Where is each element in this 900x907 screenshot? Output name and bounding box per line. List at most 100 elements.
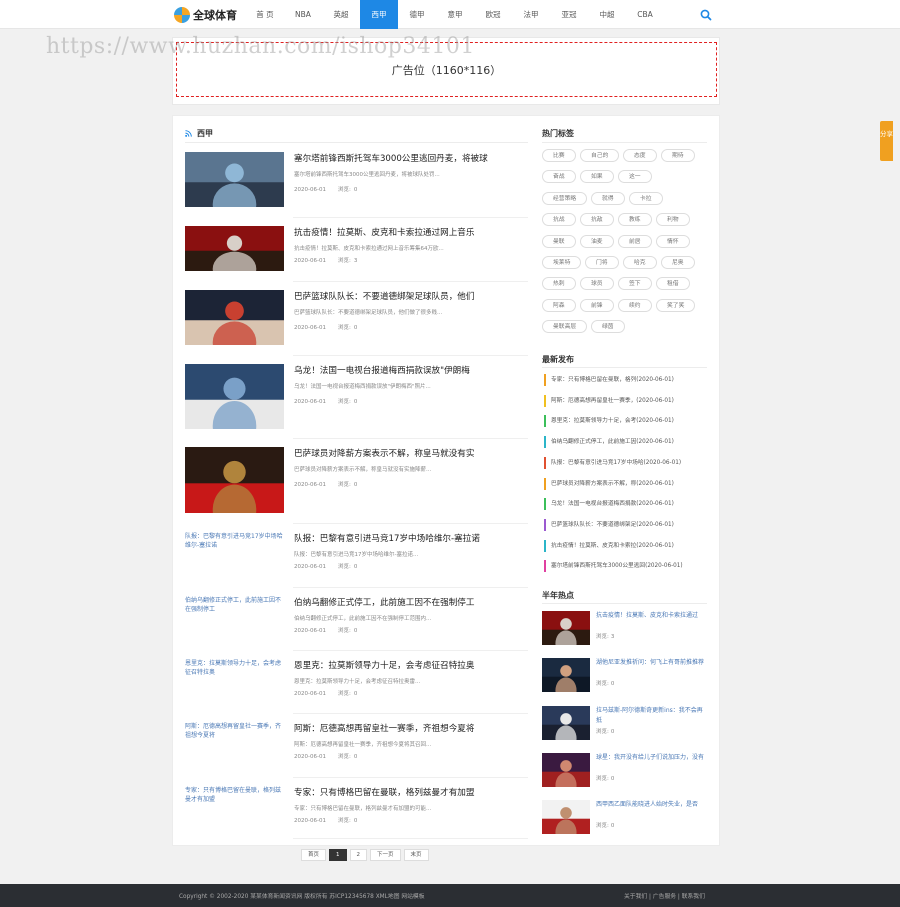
nav-item[interactable]: 欧冠 <box>474 0 512 29</box>
article-thumbnail[interactable] <box>185 447 284 535</box>
nav-item[interactable]: 英超 <box>322 0 360 29</box>
tag-item[interactable]: 哈克 <box>623 256 657 269</box>
tag-item[interactable]: 经营策略 <box>542 191 588 205</box>
article-title[interactable]: 恩里克：拉莫斯领导力十足，会考虑征召特拉奥 <box>294 659 474 671</box>
tag-item[interactable]: 绿茵 <box>591 320 625 334</box>
hot-post-item[interactable]: 球星：我开没有给儿子们说加压力，没有 浏览: 0 <box>542 752 707 791</box>
tag-item[interactable]: 期待 <box>661 149 695 162</box>
page-button[interactable]: 末页 <box>403 849 429 861</box>
page-button[interactable]: 首页 <box>301 849 327 861</box>
article-thumbnail[interactable]: 队报：巴黎有意引进马竞17岁中场哈维尔-塞拉诺 <box>185 532 284 550</box>
tag-item[interactable]: 阿森 <box>542 298 576 312</box>
nav-item[interactable]: CBA <box>626 0 664 29</box>
tag-item[interactable]: 球员 <box>580 277 614 291</box>
recent-post-link[interactable]: 伯纳乌翻修正式停工，此前施工因(2020-06-01) <box>544 436 709 449</box>
page-button[interactable]: 1 <box>329 849 347 861</box>
recent-post-link[interactable]: 巴萨球员对降薪方案表示不解，称(2020-06-01) <box>544 477 709 490</box>
search-icon[interactable] <box>700 9 712 21</box>
tag-item[interactable]: 签下 <box>618 277 652 291</box>
footer-link[interactable]: 联系我们 <box>682 894 705 900</box>
article-summary: 阿斯：厄德高想再留皇社一赛季，齐祖想今夏将其召回... <box>294 742 432 748</box>
tag-item[interactable]: 教练 <box>618 213 652 227</box>
hot-post-title[interactable]: 湖他尼亚发推祈问：何飞上有哥前推推荐 <box>596 658 707 668</box>
ad-banner[interactable]: 广告位（1160*116） <box>172 37 720 105</box>
tag-item[interactable]: 抗战 <box>542 213 576 227</box>
tag-item[interactable]: 抗敌 <box>580 213 614 227</box>
article-title[interactable]: 巴萨篮球队队长：不要道德绑架足球队员，他们 <box>294 290 474 302</box>
recent-post-link[interactable]: 恩里克：拉莫斯领导力十足，会考(2020-06-01) <box>544 415 709 428</box>
article-title[interactable]: 塞尔塔前锋西斯托驾车3000公里逃回丹麦，将被球 <box>294 152 488 164</box>
hot-post-title[interactable]: 西甲西乙面队能晓进人始时失业，是否 <box>596 800 707 810</box>
hot-post-item[interactable]: 西甲西乙面队能晓进人始时失业，是否 浏览: 0 <box>542 800 707 838</box>
tag-item[interactable]: 情怀 <box>656 234 690 248</box>
hot-post-title[interactable]: 拉马兹斯-阿尔德斯奇更新ins：我不会再抵 <box>596 706 707 726</box>
article-title[interactable]: 阿斯：厄德高想再留皇社一赛季，齐祖想今夏将 <box>294 722 474 734</box>
recent-post-link[interactable]: 阿斯：厄德高想再留皇社一赛季，(2020-06-01) <box>544 394 709 407</box>
article-title[interactable]: 伯纳乌翻修正式停工，此前施工因不在强制停工 <box>294 596 474 608</box>
tag-item[interactable]: 热刺 <box>542 277 576 291</box>
nav-item[interactable]: 意甲 <box>436 0 474 29</box>
article-thumbnail[interactable] <box>185 364 284 451</box>
article-thumbnail[interactable] <box>185 226 284 286</box>
recent-post-link[interactable]: 塞尔塔前锋西斯托驾车3000公里逃回(2020-06-01) <box>544 560 709 573</box>
tag-item[interactable]: 这一 <box>618 170 652 184</box>
article-thumbnail[interactable]: 专家：只有博格巴留在曼联，格列兹曼才有加盟 <box>185 786 284 804</box>
recent-post-link[interactable]: 乌龙！法国一电视台报道梅西捐款(2020-06-01) <box>544 498 709 511</box>
nav-item[interactable]: 亚冠 <box>550 0 588 29</box>
article-thumbnail[interactable] <box>185 152 284 226</box>
nav-item[interactable]: NBA <box>284 0 322 29</box>
footer-link[interactable]: 关于我们 <box>624 894 647 900</box>
article-divider <box>293 281 528 282</box>
footer-link[interactable]: 广告服务 <box>653 894 676 900</box>
article-views-label: 浏览: <box>337 187 351 193</box>
tag-item[interactable]: 利物 <box>656 213 690 227</box>
recent-title: 最新发布 <box>542 355 574 364</box>
article-thumbnail[interactable] <box>185 290 284 364</box>
broken-image-alt: 伯纳乌翻修正式停工，此前施工因不在强制停工 <box>185 597 282 613</box>
recent-post-link[interactable]: 专家：只有博格巴留在曼联，格列(2020-06-01) <box>544 374 709 386</box>
tag-item[interactable]: 态度 <box>623 149 657 162</box>
tag-item[interactable]: 门将 <box>585 256 619 269</box>
share-float-button[interactable]: 分享 <box>880 121 893 161</box>
article-thumbnail[interactable]: 伯纳乌翻修正式停工，此前施工因不在强制停工 <box>185 596 284 614</box>
tag-item[interactable]: 如果 <box>580 170 614 184</box>
article-title[interactable]: 巴萨球员对降薪方案表示不解，称皇马就没有实 <box>294 447 474 459</box>
recent-post-link[interactable]: 队报：巴黎有意引进马竞17岁中场哈(2020-06-01) <box>544 456 709 469</box>
article-title[interactable]: 抗击疫情！拉莫斯、皮克和卡索拉通过网上音乐 <box>294 226 474 238</box>
tag-item[interactable]: 奋战 <box>542 170 576 184</box>
page-button[interactable]: 2 <box>349 849 368 861</box>
page-button[interactable]: 下一页 <box>370 849 401 861</box>
article-title[interactable]: 专家：只有博格巴留在曼联，格列兹曼才有加盟 <box>294 786 474 798</box>
tag-item[interactable]: 前锋 <box>580 298 614 312</box>
site-logo[interactable]: 全球体育 <box>174 6 237 24</box>
tag-item[interactable]: 埃莱特 <box>542 256 582 269</box>
nav-item[interactable]: 西甲 <box>360 0 398 29</box>
article-thumbnail[interactable]: 恩里克：拉莫斯领导力十足，会考虑征召特拉奥 <box>185 659 284 677</box>
article-title[interactable]: 队报：巴黎有意引进马竞17岁中场哈维尔-塞拉诺 <box>294 532 480 544</box>
hot-post-title[interactable]: 球星：我开没有给儿子们说加压力，没有 <box>596 753 707 763</box>
article-thumbnail[interactable]: 阿斯：厄德高想再留皇社一赛季，齐祖想今夏将 <box>185 722 284 740</box>
nav-item[interactable]: 德甲 <box>398 0 436 29</box>
recent-post-link[interactable]: 巴萨篮球队队长：不要道德绑架足(2020-06-01) <box>544 518 709 531</box>
tag-item[interactable]: 前居 <box>618 234 652 248</box>
tag-item[interactable]: 就得 <box>591 191 625 205</box>
article-title[interactable]: 乌龙！法国一电视台报道梅西捐款误放"伊朗梅 <box>294 364 470 376</box>
recent-post-link[interactable]: 抗击疫情！拉莫斯、皮克和卡索拉(2020-06-01) <box>544 539 709 552</box>
tag-item[interactable]: 油麦 <box>580 234 614 248</box>
tag-item[interactable]: 笑了笑 <box>656 298 696 312</box>
tag-item[interactable]: 续约 <box>618 298 652 312</box>
tag-item[interactable]: 尼奥 <box>661 256 695 269</box>
hot-post-item[interactable]: 湖他尼亚发推祈问：何飞上有哥前推推荐 浏览: 0 <box>542 658 707 696</box>
nav-item[interactable]: 中超 <box>588 0 626 29</box>
tag-item[interactable]: 曼联 <box>542 234 576 248</box>
tag-item[interactable]: 曼联高层 <box>542 320 588 334</box>
nav-item[interactable]: 法甲 <box>512 0 550 29</box>
hot-post-title[interactable]: 抗击疫情！拉莫斯、皮克和卡索拉通过 <box>596 611 707 621</box>
tag-item[interactable]: 卡拉 <box>629 191 663 205</box>
tag-item[interactable]: 自己的 <box>580 149 620 162</box>
tag-item[interactable]: 比赛 <box>542 149 576 162</box>
hot-post-item[interactable]: 拉马兹斯-阿尔德斯奇更新ins：我不会再抵 浏览: 0 <box>542 705 707 744</box>
tag-item[interactable]: 租借 <box>656 277 690 291</box>
hot-post-item[interactable]: 抗击疫情！拉莫斯、皮克和卡索拉通过 浏览: 3 <box>542 611 707 649</box>
nav-item[interactable]: 首 页 <box>246 0 284 29</box>
